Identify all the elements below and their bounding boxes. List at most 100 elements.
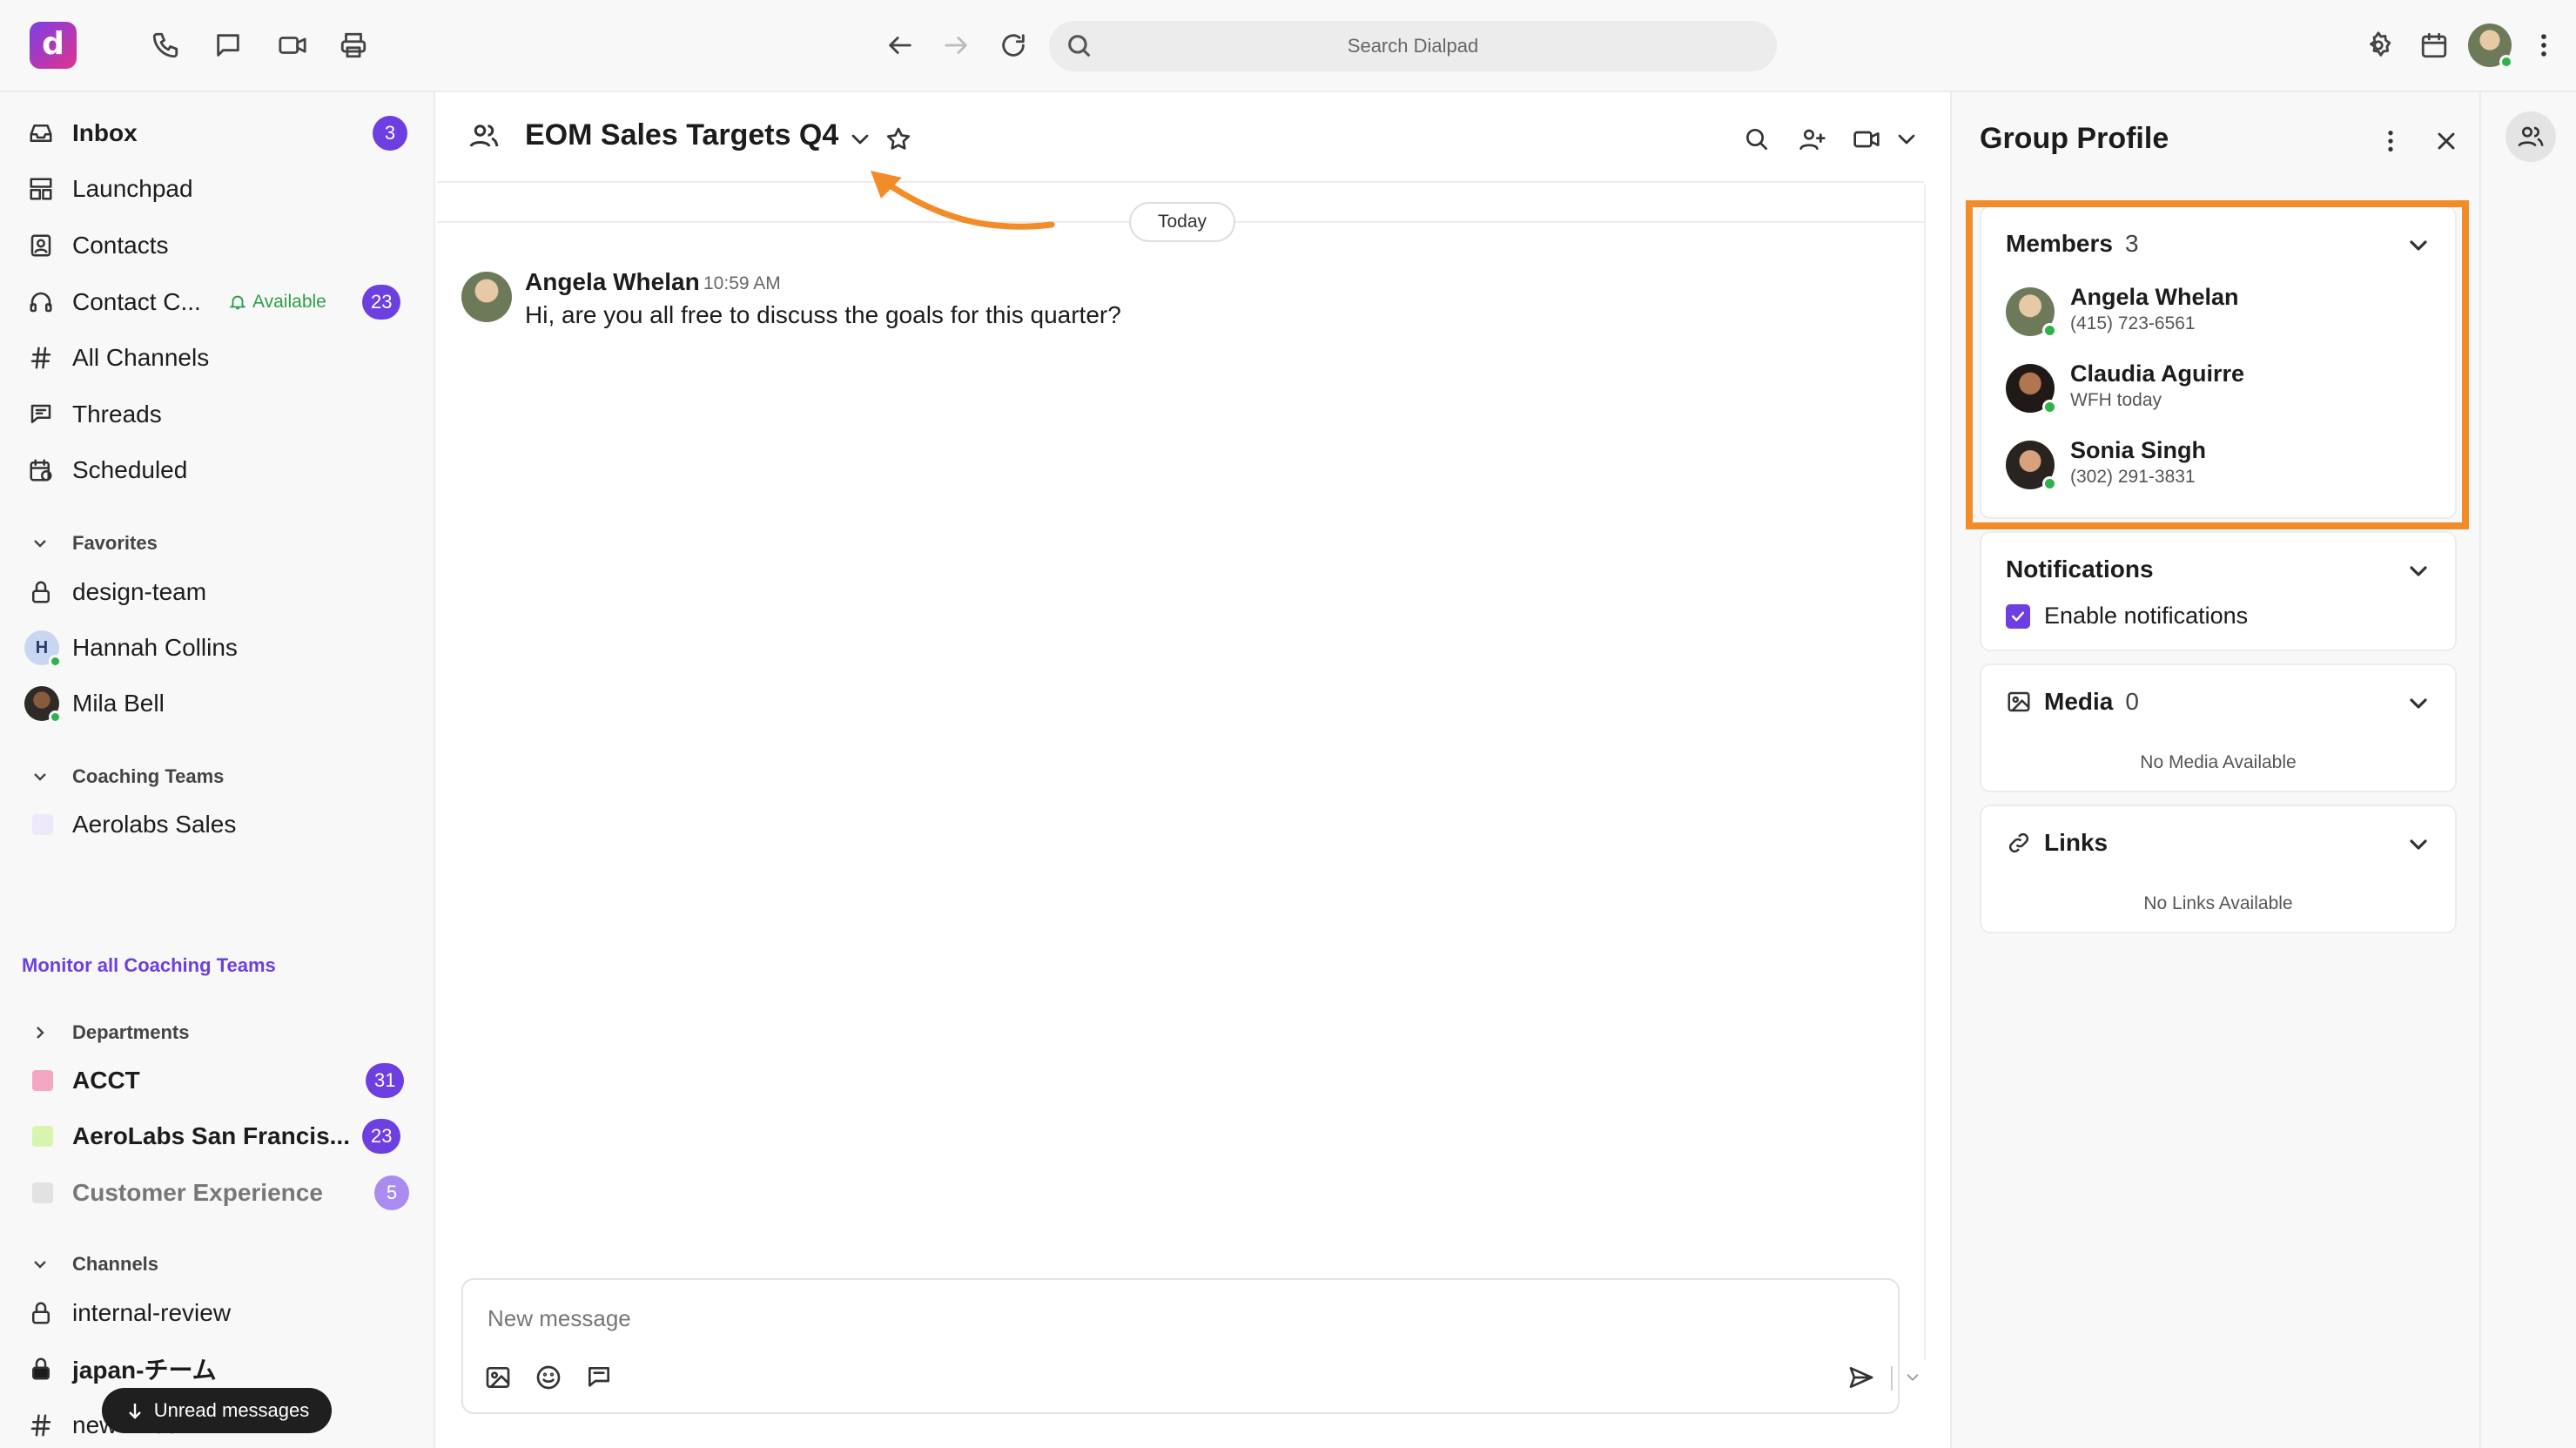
composer-divider (1891, 1366, 1893, 1391)
sidebar-item-scheduled[interactable]: Scheduled (0, 445, 435, 495)
more-options-icon[interactable] (2373, 124, 2408, 158)
sidebar-item-label: Customer Experience (72, 1179, 323, 1206)
scheduled-calendar-icon (26, 455, 56, 485)
chevron-down-icon (34, 773, 46, 781)
channels-section-header[interactable]: Channels (0, 1247, 435, 1282)
send-icon[interactable] (1844, 1360, 1879, 1395)
add-member-icon[interactable] (1795, 122, 1830, 157)
lock-icon (26, 577, 56, 607)
sidebar-item-contacts[interactable]: Contacts (0, 220, 435, 271)
search-bar[interactable] (1049, 21, 1777, 71)
forward-arrow-icon[interactable] (937, 26, 975, 64)
checkbox-label[interactable]: Enable notifications (2044, 603, 2248, 630)
message-input[interactable] (488, 1301, 1793, 1336)
sidebar-item-hannah-collins[interactable]: H Hannah Collins (0, 623, 435, 673)
sidebar-item-mila-bell[interactable]: Mila Bell (0, 678, 435, 729)
online-status-dot (49, 655, 62, 668)
sidebar-item-aerolabs-sales[interactable]: Aerolabs Sales (0, 799, 435, 850)
sidebar-item-label: Launchpad (72, 175, 193, 202)
department-color-swatch (32, 1126, 53, 1147)
search-conversation-icon[interactable] (1739, 122, 1774, 157)
chevron-down-icon[interactable] (2404, 232, 2432, 259)
sidebar-item-japan-team[interactable]: japan-チーム (0, 1344, 435, 1394)
links-header[interactable]: Links (2006, 829, 2108, 857)
video-options-chevron-icon[interactable] (1889, 122, 1924, 157)
departments-section-header[interactable]: Departments (0, 1015, 435, 1050)
message-icon[interactable] (209, 26, 247, 64)
sidebar-item-inbox[interactable]: Inbox 3 (0, 108, 435, 158)
coaching-teams-section-header[interactable]: Coaching Teams (0, 759, 435, 794)
department-count-badge: 31 (366, 1063, 405, 1098)
sidebar-item-launchpad[interactable]: Launchpad (0, 164, 435, 214)
sidebar-item-customer-experience[interactable]: Customer Experience 5 (0, 1168, 435, 1218)
department-color-swatch (32, 1070, 53, 1091)
favorite-star-icon[interactable] (881, 122, 916, 157)
media-empty-state: No Media Available (2140, 752, 2297, 772)
sidebar-item-acct[interactable]: ACCT 31 (0, 1055, 435, 1106)
unread-messages-button[interactable]: Unread messages (102, 1388, 332, 1433)
chevron-down-icon[interactable] (2404, 690, 2432, 717)
right-rail (2479, 92, 2576, 1448)
image-attach-icon[interactable] (481, 1360, 515, 1395)
refresh-icon[interactable] (994, 26, 1032, 64)
search-input[interactable] (1049, 21, 1777, 71)
threads-icon (26, 400, 56, 429)
message-author[interactable]: Angela Whelan (525, 268, 700, 296)
thread-reply-icon[interactable] (582, 1360, 616, 1395)
department-color-swatch (32, 1182, 53, 1203)
top-bar: d (0, 0, 2576, 92)
sidebar-item-label: internal-review (72, 1299, 232, 1326)
chevron-down-icon (34, 540, 46, 548)
contacts-icon (26, 231, 56, 260)
sidebar-item-internal-review[interactable]: internal-review (0, 1288, 435, 1338)
enable-notifications-checkbox[interactable] (2006, 604, 2030, 629)
media-header[interactable]: Media 0 (2006, 688, 2139, 716)
sidebar-item-label: Hannah Collins (72, 634, 238, 661)
member-row[interactable]: Sonia Singh (302) 291-3831 (2006, 434, 2441, 496)
sidebar-item-contact-center[interactable]: Contact C... Available 23 (0, 277, 435, 327)
settings-gear-icon[interactable] (2359, 26, 2398, 64)
sidebar-item-all-channels[interactable]: All Channels (0, 333, 435, 383)
members-header[interactable]: Members 3 (2006, 230, 2139, 258)
sidebar-item-label: japan-チーム (72, 1357, 217, 1384)
send-options-chevron-icon[interactable] (1900, 1360, 1926, 1395)
contact-center-count-badge: 23 (362, 285, 401, 320)
media-count: 0 (2125, 688, 2139, 715)
back-arrow-icon[interactable] (881, 26, 919, 64)
emoji-icon[interactable] (531, 1360, 566, 1395)
inbox-icon (26, 118, 56, 148)
favorites-section-header[interactable]: Favorites (0, 526, 435, 561)
online-status-dot (2499, 55, 2513, 69)
group-profile-panel: Group Profile Members 3 Angela Whelan (4… (1950, 92, 2479, 1448)
monitor-coaching-teams-link[interactable]: Monitor all Coaching Teams (22, 954, 276, 977)
title-dropdown-chevron-icon[interactable] (843, 122, 878, 157)
sidebar-item-design-team[interactable]: design-team (0, 567, 435, 617)
member-row[interactable]: Angela Whelan (415) 723-6561 (2006, 280, 2441, 343)
member-row[interactable]: Claudia Aguirre WFH today (2006, 357, 2441, 420)
print-icon[interactable] (334, 26, 373, 64)
video-call-icon[interactable] (1849, 122, 1884, 157)
sidebar-item-label: Mila Bell (72, 690, 165, 717)
phone-icon[interactable] (146, 26, 185, 64)
dialpad-logo[interactable]: d (30, 22, 77, 69)
sidebar-item-threads[interactable]: Threads (0, 389, 435, 440)
video-icon[interactable] (273, 26, 312, 64)
bell-icon (229, 295, 246, 310)
chevron-down-icon[interactable] (2404, 557, 2432, 585)
calendar-icon[interactable] (2415, 26, 2453, 64)
avatar[interactable] (461, 272, 512, 322)
close-icon[interactable] (2429, 124, 2464, 158)
member-name: Sonia Singh (2070, 437, 2207, 463)
user-avatar[interactable] (2468, 24, 2513, 69)
sidebar-item-aerolabs-sf[interactable]: AeroLabs San Francis... 23 (0, 1111, 435, 1162)
lock-icon (26, 1298, 56, 1328)
sidebar-item-label: Contact C... (72, 288, 201, 315)
chevron-down-icon[interactable] (2404, 831, 2432, 859)
more-vertical-icon[interactable] (2525, 26, 2563, 64)
notifications-header[interactable]: Notifications (2006, 556, 2154, 583)
group-profile-toggle-icon[interactable] (2505, 111, 2556, 162)
sidebar-item-label: Aerolabs Sales (72, 811, 237, 838)
scrollbar[interactable] (1924, 185, 1926, 1360)
avatar (2006, 287, 2057, 338)
availability-status[interactable]: Available (228, 292, 326, 313)
